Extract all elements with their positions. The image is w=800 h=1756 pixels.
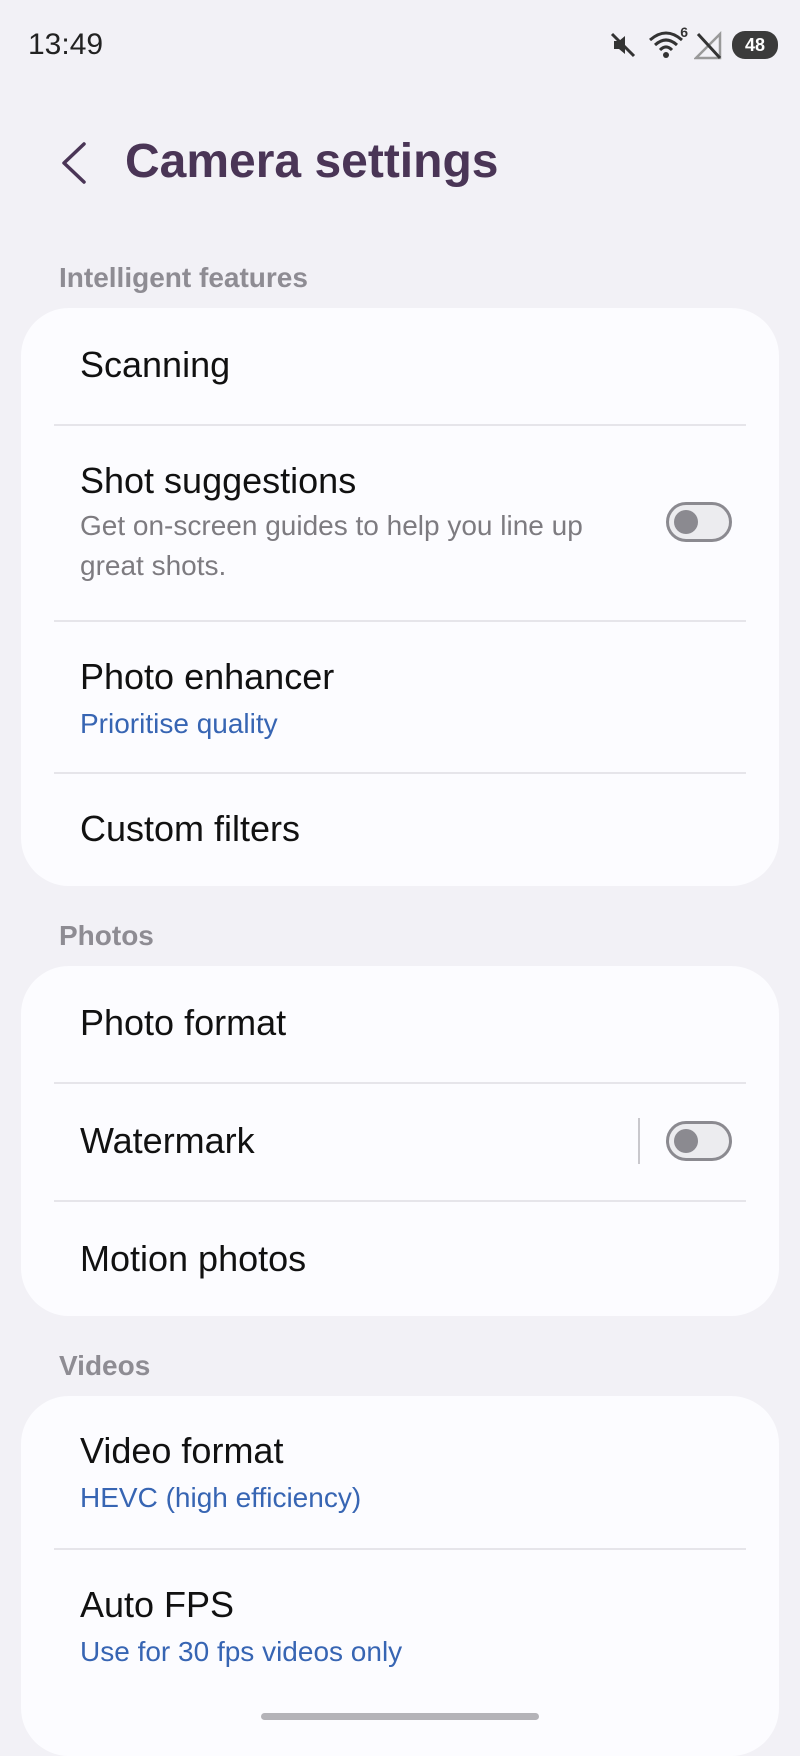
row-subtitle: Use for 30 fps videos only [80,1636,403,1667]
row-video-format[interactable]: Video format HEVC (high efficiency) [54,1396,746,1550]
row-title: Custom filters [80,808,301,849]
row-title: Motion photos [80,1238,307,1279]
row-photo-format[interactable]: Photo format [54,966,746,1084]
chevron-left-icon [54,142,94,192]
page-title: Camera settings [125,135,499,188]
section-label-videos: Videos [59,1350,151,1381]
wifi-icon: 6 [648,24,688,60]
card-videos: Video format HEVC (high efficiency) Auto… [21,1396,779,1756]
row-photo-enhancer[interactable]: Photo enhancer Prioritise quality [54,622,746,774]
row-divider [638,1118,640,1164]
row-scanning[interactable]: Scanning [54,308,746,426]
row-auto-fps[interactable]: Auto FPS Use for 30 fps videos only [54,1550,746,1702]
battery-icon: 48 [732,31,778,59]
status-bar: 13:49 6 48 [0,0,800,90]
status-icons: 6 48 [608,24,778,60]
row-shot-suggestions[interactable]: Shot suggestions Get on-screen guides to… [54,426,746,622]
row-subtitle: Get on-screen guides to help you line up… [80,510,583,581]
watermark-toggle[interactable] [666,1121,732,1161]
row-title: Shot suggestions [80,460,357,501]
toggle-knob [674,1129,698,1153]
row-title: Watermark [80,1120,255,1161]
row-title: Photo enhancer [80,656,335,697]
status-time: 13:49 [28,28,104,61]
row-title: Auto FPS [80,1584,235,1625]
section-label-intelligent-features: Intelligent features [59,262,308,293]
row-motion-photos[interactable]: Motion photos [54,1202,746,1316]
toggle-knob [674,510,698,534]
shot-suggestions-toggle[interactable] [666,502,732,542]
section-label-photos: Photos [59,920,154,951]
no-signal-icon [694,30,722,60]
card-intelligent-features: Scanning Shot suggestions Get on-screen … [21,308,779,886]
back-button[interactable] [54,138,94,188]
row-custom-filters[interactable]: Custom filters [54,774,746,886]
wifi-badge: 6 [680,24,688,40]
card-photos: Photo format Watermark Motion photos [21,966,779,1316]
row-subtitle: Prioritise quality [80,708,278,739]
home-indicator[interactable] [261,1713,539,1720]
mute-icon [608,30,638,60]
row-title: Scanning [80,344,231,385]
row-title: Photo format [80,1002,287,1043]
row-title: Video format [80,1430,284,1471]
row-watermark[interactable]: Watermark [54,1084,746,1202]
row-subtitle: HEVC (high efficiency) [80,1482,362,1513]
header: Camera settings [0,120,800,210]
